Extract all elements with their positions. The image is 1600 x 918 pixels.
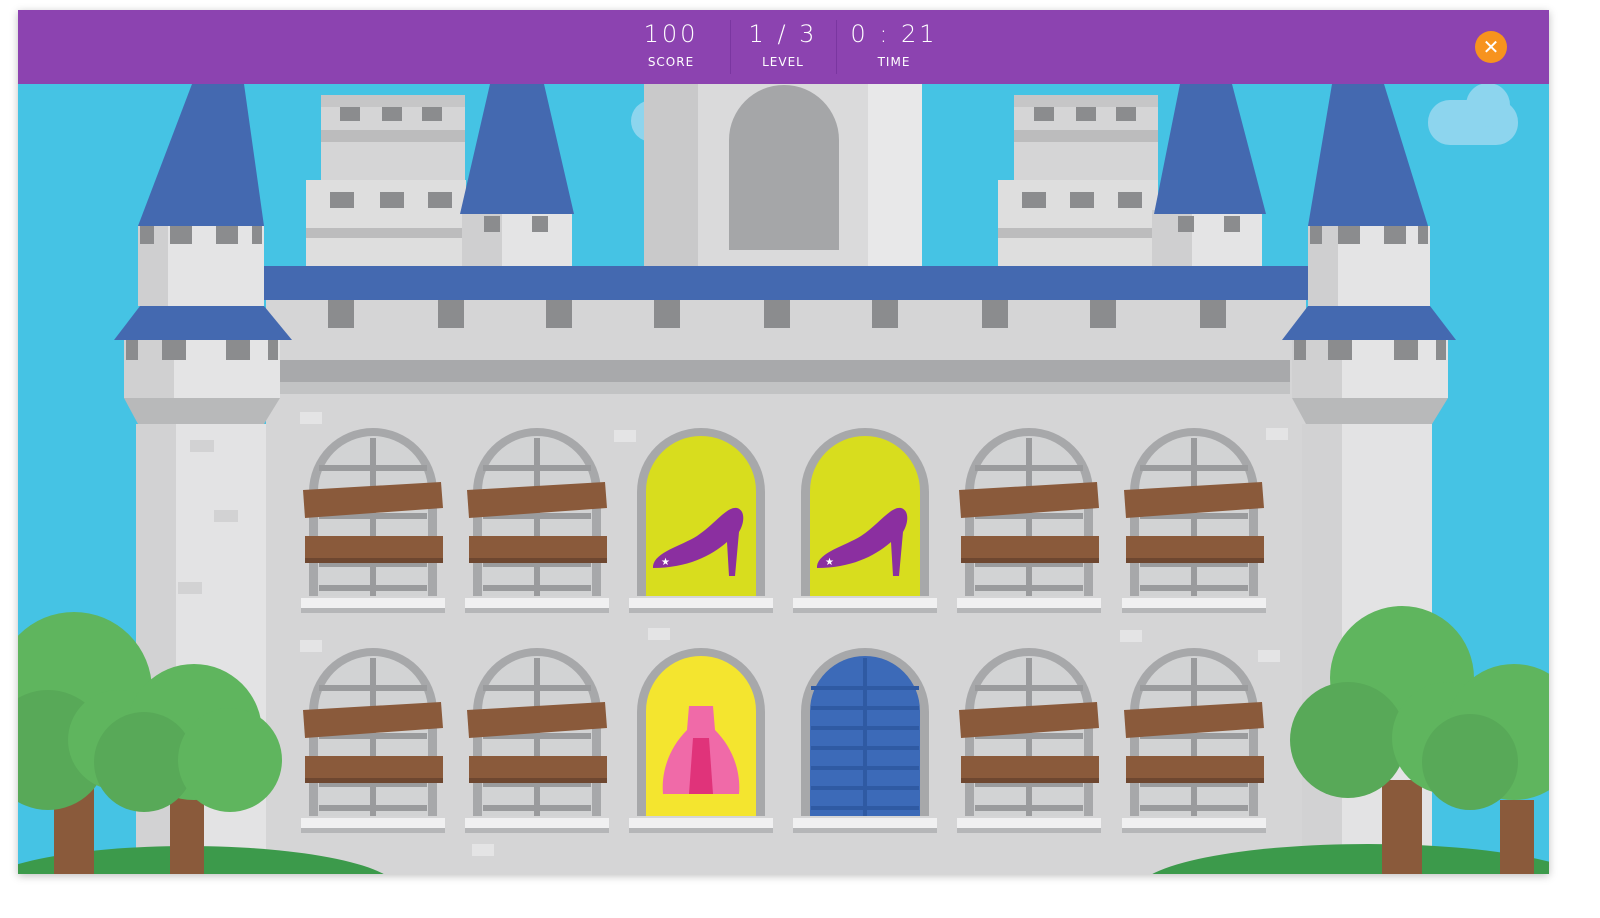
star-icon: ★ [825, 557, 834, 568]
window-boarded[interactable] [1122, 648, 1266, 833]
window-glass-slipper[interactable]: ★ [793, 428, 937, 613]
game-frame: ★ ★ 100 SCORE 1 / 3 LEVEL 0: 21 TIME ✕ [18, 10, 1549, 874]
window-boarded[interactable] [1122, 428, 1266, 613]
window-boarded[interactable] [301, 648, 445, 833]
level-value: 1 / 3 [748, 20, 818, 48]
score-display: 100 SCORE [616, 10, 726, 84]
time-label: TIME [877, 55, 911, 69]
wall-roof [264, 266, 1308, 300]
wooden-board [469, 536, 607, 560]
wooden-board [961, 756, 1099, 780]
window-boarded[interactable] [301, 428, 445, 613]
score-label: SCORE [647, 55, 695, 69]
top-bar: 100 SCORE 1 / 3 LEVEL 0 : 21 TIME ✕ [18, 10, 1549, 84]
wooden-board [305, 756, 443, 780]
wooden-board [1126, 756, 1264, 780]
window-glass-slipper[interactable]: ★ [629, 428, 773, 613]
star-icon: ★ [661, 557, 670, 568]
level-label: LEVEL [762, 55, 804, 69]
wooden-board [1126, 536, 1264, 560]
time-display: 0 : 21 TIME [836, 10, 952, 84]
keep-arch [729, 85, 839, 250]
wooden-board [305, 536, 443, 560]
window-boarded[interactable] [957, 648, 1101, 833]
close-button[interactable]: ✕ [1475, 31, 1507, 63]
wooden-board [961, 536, 1099, 560]
wooden-board [469, 756, 607, 780]
time-value: 0 : 21 [850, 20, 938, 48]
level-display: 1 / 3 LEVEL [730, 10, 836, 84]
castle-scene: ★ ★ [18, 10, 1549, 874]
window-ball-gown[interactable] [629, 648, 773, 833]
score-value: 100 [643, 20, 699, 48]
close-icon: ✕ [1482, 35, 1500, 59]
window-boarded[interactable] [465, 648, 609, 833]
window-boarded[interactable] [957, 428, 1101, 613]
window-closed-door[interactable] [793, 648, 937, 833]
window-boarded[interactable] [465, 428, 609, 613]
